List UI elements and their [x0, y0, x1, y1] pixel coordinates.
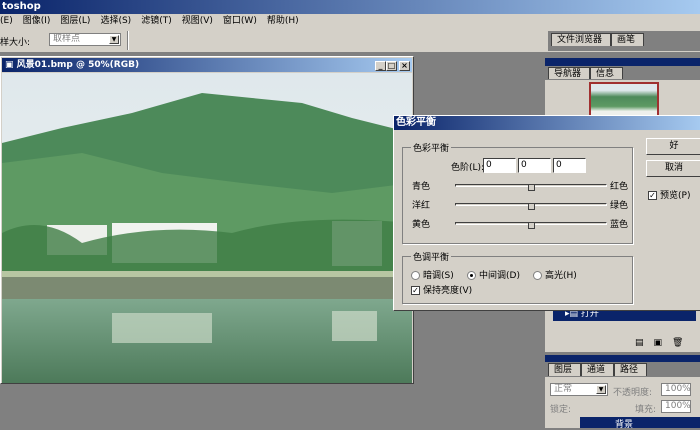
landscape-photo	[2, 73, 412, 383]
lock-label: 锁定:	[550, 405, 572, 415]
navigator-header	[545, 58, 700, 66]
chevron-down-icon: ▼	[109, 35, 119, 44]
color-balance-dialog: 色彩平衡 色彩平衡 色阶(L): 0 0 0 青色 红色 洋红 绿色 黄色 蓝色…	[393, 115, 700, 311]
layer-name: 背景	[615, 420, 634, 430]
navigator-thumbnail[interactable]	[589, 82, 659, 118]
radio-highlights[interactable]: 高光(H)	[533, 268, 577, 281]
checkmark-icon: ✓	[411, 286, 420, 295]
sample-size-label: 样大小:	[0, 38, 31, 48]
fill-input[interactable]: 100%	[661, 400, 691, 413]
slider-thumb[interactable]	[528, 185, 535, 191]
blend-mode-select[interactable]: 正常 ▼	[550, 383, 608, 396]
app-title-bar: toshop	[0, 0, 700, 14]
tab-file-browser[interactable]: 文件浏览器	[551, 33, 612, 46]
opacity-label: 不透明度:	[613, 388, 653, 398]
checkmark-icon: ✓	[648, 191, 657, 200]
dialog-title-bar: 色彩平衡	[394, 116, 700, 130]
radio-icon	[533, 271, 542, 280]
tab-paths[interactable]: 路径	[614, 363, 648, 376]
menu-layer[interactable]: 图层(L)	[60, 14, 90, 29]
sample-size-select[interactable]: 取样点 ▼	[49, 33, 121, 46]
tab-channels[interactable]: 通道	[581, 363, 615, 376]
options-bar: 样大小: 取样点 ▼ 文件浏览器 画笔	[0, 29, 700, 53]
new-document-icon[interactable]: ▣	[654, 338, 673, 348]
canvas-image[interactable]	[2, 73, 412, 383]
level-cyan-red-input[interactable]: 0	[483, 158, 516, 173]
radio-shadows[interactable]: 暗调(S)	[411, 268, 454, 281]
document-title-bar: ▣ 风景01.bmp @ 50%(RGB) _ □ ×	[2, 58, 412, 72]
layer-row[interactable]: 背景	[580, 417, 700, 430]
new-snapshot-icon[interactable]: ▤	[635, 338, 654, 348]
slider-right-label: 红色	[610, 182, 629, 192]
radio-label: 高光(H)	[545, 271, 577, 281]
menu-window[interactable]: 窗口(W)	[223, 14, 257, 29]
history-buttons: ▤▣🗑	[635, 338, 693, 348]
trash-icon[interactable]: 🗑	[672, 338, 693, 348]
blend-mode-value: 正常	[554, 384, 573, 394]
fill-label: 填充:	[635, 405, 657, 415]
tab-layers[interactable]: 图层	[548, 363, 582, 376]
level-magenta-green-input[interactable]: 0	[518, 158, 551, 173]
document-title: 风景01.bmp @ 50%(RGB)	[16, 60, 140, 70]
slider-thumb[interactable]	[528, 204, 535, 210]
menu-bar: (E) 图像(I) 图层(L) 选择(S) 滤镜(T) 视图(V) 窗口(W) …	[0, 14, 700, 29]
group-label: 色调平衡	[411, 250, 452, 263]
slider-left-label: 青色	[412, 182, 431, 192]
color-balance-group: 色彩平衡 色阶(L): 0 0 0 青色 红色 洋红 绿色 黄色 蓝色	[402, 141, 633, 244]
checkbox-label: 预览(P)	[660, 191, 691, 201]
maximize-icon[interactable]: □	[386, 61, 397, 71]
group-label: 色彩平衡	[411, 141, 452, 154]
radio-icon	[411, 271, 420, 280]
sample-size-value: 取样点	[53, 34, 81, 44]
menu-filter[interactable]: 滤镜(T)	[141, 14, 172, 29]
radio-label: 暗调(S)	[423, 271, 454, 281]
document-window: ▣ 风景01.bmp @ 50%(RGB) _ □ ×	[0, 56, 414, 384]
dialog-title: 色彩平衡	[396, 117, 436, 128]
preview-checkbox[interactable]: ✓ 预览(P)	[648, 188, 690, 201]
menu-select[interactable]: 选择(S)	[100, 14, 131, 29]
levels-label: 色阶(L):	[451, 163, 485, 173]
app-title: toshop	[2, 1, 41, 12]
slider-left-label: 洋红	[412, 201, 431, 211]
radio-label: 中间调(D)	[479, 271, 520, 281]
close-icon[interactable]: ×	[399, 61, 410, 71]
preserve-luminosity-checkbox[interactable]: ✓ 保持亮度(V)	[411, 283, 472, 296]
menu-help[interactable]: 帮助(H)	[267, 14, 299, 29]
slider-thumb[interactable]	[528, 223, 535, 229]
level-yellow-blue-input[interactable]: 0	[553, 158, 586, 173]
divider	[127, 31, 129, 50]
slider-right-label: 蓝色	[610, 220, 629, 230]
radio-midtones[interactable]: 中间调(D)	[467, 268, 520, 281]
opacity-input[interactable]: 100%	[661, 383, 691, 396]
document-icon: ▣	[5, 60, 14, 70]
checkbox-label: 保持亮度(V)	[423, 286, 473, 296]
tab-brushes[interactable]: 画笔	[611, 33, 645, 46]
minimize-icon[interactable]: _	[375, 61, 386, 71]
chevron-down-icon: ▼	[596, 385, 606, 394]
slider-right-label: 绿色	[610, 201, 629, 211]
ok-button[interactable]: 好	[646, 138, 700, 155]
palette-well: 文件浏览器 画笔	[548, 31, 700, 51]
cancel-button[interactable]: 取消	[646, 160, 700, 177]
slider-left-label: 黄色	[412, 220, 431, 230]
menu-image[interactable]: 图像(I)	[23, 14, 51, 29]
tone-balance-group: 色调平衡 暗调(S) 中间调(D) 高光(H) ✓ 保持亮度(V)	[402, 250, 633, 304]
layers-panel: 图层 通道 路径 正常 ▼ 不透明度: 100% 锁定: 填充: 100% 背景	[545, 355, 700, 430]
tab-info[interactable]: 信息	[590, 67, 624, 79]
navigator-panel: 导航器 信息	[545, 58, 700, 118]
tab-navigator[interactable]: 导航器	[548, 67, 591, 79]
menu-edit[interactable]: (E)	[0, 14, 13, 29]
radio-icon	[467, 271, 476, 280]
menu-view[interactable]: 视图(V)	[182, 14, 213, 29]
